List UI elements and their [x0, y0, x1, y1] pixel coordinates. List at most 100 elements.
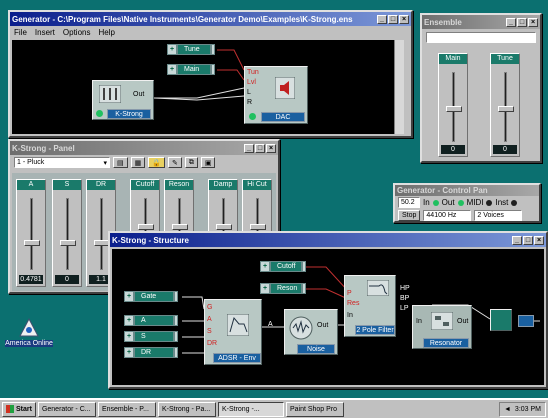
reson-label: Reson — [270, 283, 302, 294]
sample-rate-select[interactable]: 44100 Hz — [423, 210, 472, 221]
speaker-icon — [275, 77, 295, 99]
fader-knob[interactable] — [60, 240, 76, 246]
taskbar-ensemble[interactable]: Ensemble - P... — [97, 401, 156, 417]
adsr-module[interactable]: G A S DR ADSR - Env — [204, 299, 262, 365]
maximize-icon[interactable]: □ — [388, 14, 398, 24]
status-led-icon — [249, 113, 256, 120]
midi-led-icon — [486, 199, 493, 206]
generator-canvas[interactable]: + Tune + Main Out K-Strong Tun Lvl L R D… — [12, 40, 404, 134]
close-icon[interactable]: × — [528, 17, 538, 27]
control-row-2: Stop 44100 Hz 2 Voices — [395, 209, 539, 222]
filter-module[interactable]: P Res In 2 Pole Filter — [344, 275, 396, 337]
s-input[interactable]: + S — [124, 331, 178, 342]
dac-port-l: L — [247, 89, 251, 96]
resonator-module[interactable]: In Out Resonator — [412, 305, 472, 349]
ensemble-titlebar[interactable]: Ensemble _ □ × — [422, 15, 540, 29]
cutoff-label: Cutoff — [270, 261, 302, 272]
main-fader-knob[interactable] — [446, 106, 462, 112]
minimize-icon[interactable]: _ — [512, 235, 522, 245]
maximize-icon[interactable]: □ — [523, 235, 533, 245]
resonator-name: Resonator — [423, 338, 469, 348]
fader-knob[interactable] — [24, 240, 40, 246]
close-icon[interactable]: × — [399, 14, 409, 24]
voices-select[interactable]: 2 Voices — [474, 210, 523, 221]
output-target[interactable] — [518, 315, 534, 327]
dr-label: DR — [134, 347, 174, 358]
edit-icon[interactable]: ✎ — [167, 157, 182, 168]
taskbar-paintshop[interactable]: Paint Shop Pro — [285, 401, 344, 417]
volume-icon[interactable]: ◄ — [504, 406, 511, 413]
vertical-scrollbar[interactable] — [394, 40, 404, 134]
adsr-port-g: G — [207, 304, 213, 311]
recall-icon[interactable]: ▦ — [130, 157, 146, 168]
reson-input[interactable]: + Reson — [260, 283, 306, 294]
dac-module[interactable]: Tun Lvl L R DAC — [244, 66, 308, 124]
minimize-icon[interactable]: _ — [506, 17, 516, 27]
dac-port-r: R — [247, 99, 253, 106]
control-titlebar[interactable]: Generator - Control Pan — [395, 185, 539, 196]
menu-options[interactable]: Options — [63, 28, 91, 37]
fader-knob[interactable] — [250, 224, 266, 230]
kstrong-structure-window: K-Strong - Structure _ □ × + Gate + A + … — [108, 231, 548, 389]
main-fader[interactable]: Main 0 — [438, 53, 468, 157]
gate-label: Gate — [134, 291, 174, 302]
control-panel-window: Generator - Control Pan 50.2 In Out MIDI… — [393, 183, 541, 223]
tune-input[interactable]: + Tune — [167, 44, 215, 55]
in-led-icon — [432, 199, 439, 206]
taskbar-kstrong-structure[interactable]: K-Strong -... — [217, 401, 284, 417]
tune-fader[interactable]: Tune 0 — [490, 53, 520, 157]
minimize-icon[interactable]: _ — [244, 143, 254, 153]
fader-label: Damp — [209, 180, 237, 190]
clock: 3:03 PM — [514, 405, 541, 413]
kstrong-module[interactable]: Out K-Strong — [92, 80, 154, 120]
control-title: Generator - Control Pan — [397, 186, 488, 195]
menu-insert[interactable]: Insert — [35, 28, 55, 37]
lock-icon[interactable]: 🔒 — [148, 157, 165, 168]
a-input[interactable]: + A — [124, 315, 178, 326]
output-module[interactable] — [490, 309, 512, 331]
stop-button[interactable]: Stop — [398, 210, 421, 221]
panel-titlebar[interactable]: K-Strong - Panel _ □ × — [10, 141, 278, 155]
menu-file[interactable]: File — [14, 28, 27, 37]
close-icon[interactable]: × — [266, 143, 276, 153]
main-input[interactable]: + Main — [167, 64, 215, 75]
main-fader-value: 0 — [441, 145, 465, 154]
store-icon[interactable]: ▤ — [113, 157, 128, 168]
panel-fader-s[interactable]: S0 — [52, 179, 82, 287]
maximize-icon[interactable]: □ — [517, 17, 527, 27]
filter-out-bp: BP — [400, 295, 410, 302]
structure-titlebar[interactable]: K-Strong - Structure _ □ × — [110, 233, 546, 247]
save-icon[interactable]: ▣ — [200, 157, 216, 168]
taskbar-generator[interactable]: Generator - C... — [37, 401, 96, 417]
generator-titlebar[interactable]: Generator - C:\Program Files\Native Inst… — [10, 12, 411, 26]
tune-fader-knob[interactable] — [498, 106, 514, 112]
preset-select[interactable]: 1 - Pluck ▾ — [14, 157, 110, 168]
noise-module[interactable]: Out Noise — [284, 309, 338, 355]
desktop-icon-aol[interactable]: America Online — [4, 318, 54, 352]
filter-out-hp: HP — [400, 285, 410, 292]
structure-canvas[interactable]: + Gate + A + S + DR G A S DR ADSR - Env … — [112, 249, 544, 385]
panel-fader-a[interactable]: A 0.4781 — [16, 179, 46, 287]
dr-input[interactable]: + DR — [124, 347, 178, 358]
cutoff-input[interactable]: + Cutoff — [260, 261, 306, 272]
taskbar-kstrong-panel[interactable]: K-Strong - Pa... — [157, 401, 216, 417]
menu-help[interactable]: Help — [98, 28, 114, 37]
generator-window: Generator - C:\Program Files\Native Inst… — [8, 10, 413, 138]
adsr-port-a: A — [207, 316, 212, 323]
structure-title: K-Strong - Structure — [112, 235, 189, 245]
fader-label: DR — [87, 180, 115, 190]
fader-knob[interactable] — [216, 224, 232, 230]
maximize-icon[interactable]: □ — [255, 143, 265, 153]
ensemble-preset-select[interactable] — [426, 32, 536, 43]
filter-icon — [367, 280, 389, 296]
start-button[interactable]: Start — [2, 401, 36, 417]
copy-icon[interactable]: ⧉ — [184, 157, 198, 168]
s-label: S — [134, 331, 174, 342]
fader-value: 0 — [55, 275, 79, 284]
minimize-icon[interactable]: _ — [377, 14, 387, 24]
fader-knob[interactable] — [172, 224, 188, 230]
noise-name: Noise — [297, 344, 335, 354]
gate-input[interactable]: + Gate — [124, 291, 178, 302]
close-icon[interactable]: × — [534, 235, 544, 245]
fader-knob[interactable] — [138, 224, 154, 230]
